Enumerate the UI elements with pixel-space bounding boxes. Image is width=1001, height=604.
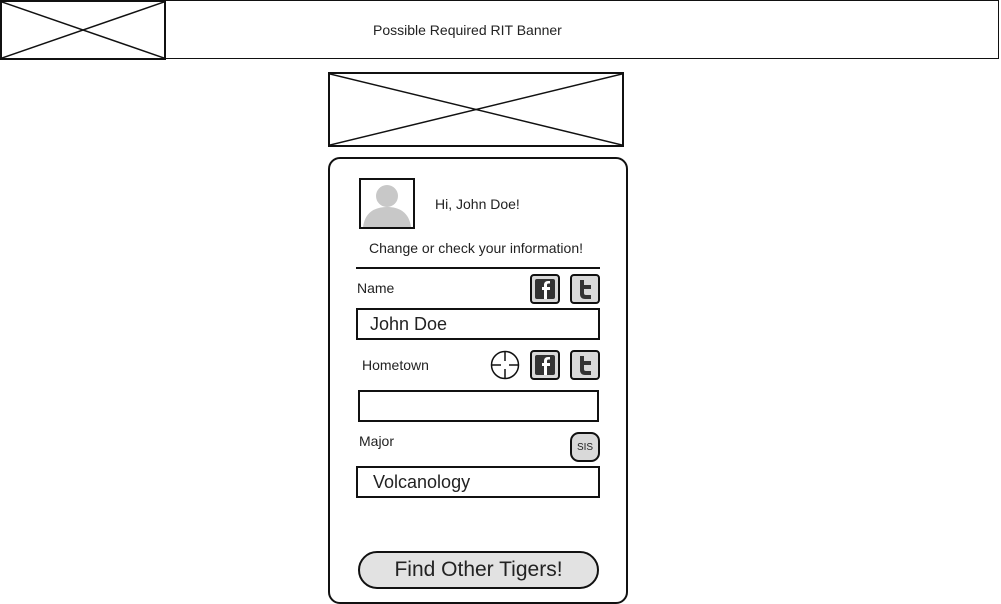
sis-button[interactable]: SIS	[570, 432, 600, 462]
crosshair-location-icon	[490, 350, 520, 380]
subtitle-text: Change or check your information!	[369, 240, 583, 256]
name-label: Name	[357, 280, 395, 296]
user-avatar-icon	[361, 180, 413, 227]
find-other-tigers-button[interactable]: Find Other Tigers!	[358, 551, 599, 589]
twitter-icon	[580, 280, 591, 299]
name-field[interactable]: John Doe	[356, 308, 600, 340]
banner-text: Possible Required RIT Banner	[373, 22, 562, 38]
banner-logo-placeholder	[0, 0, 166, 60]
twitter-icon	[580, 356, 591, 375]
divider	[356, 267, 600, 269]
hometown-facebook-button[interactable]	[530, 350, 560, 380]
facebook-icon	[535, 279, 555, 299]
greeting-text: Hi, John Doe!	[435, 196, 520, 212]
hometown-locate-button[interactable]	[490, 350, 520, 380]
header-image-placeholder	[328, 72, 624, 147]
major-field[interactable]: Volcanology	[356, 466, 600, 498]
hometown-twitter-button[interactable]	[570, 350, 600, 380]
hometown-label: Hometown	[362, 357, 429, 373]
avatar	[359, 178, 415, 229]
name-twitter-button[interactable]	[570, 274, 600, 304]
major-label: Major	[359, 433, 395, 449]
name-facebook-button[interactable]	[530, 274, 560, 304]
hometown-field[interactable]	[358, 390, 599, 422]
facebook-icon	[535, 355, 555, 375]
